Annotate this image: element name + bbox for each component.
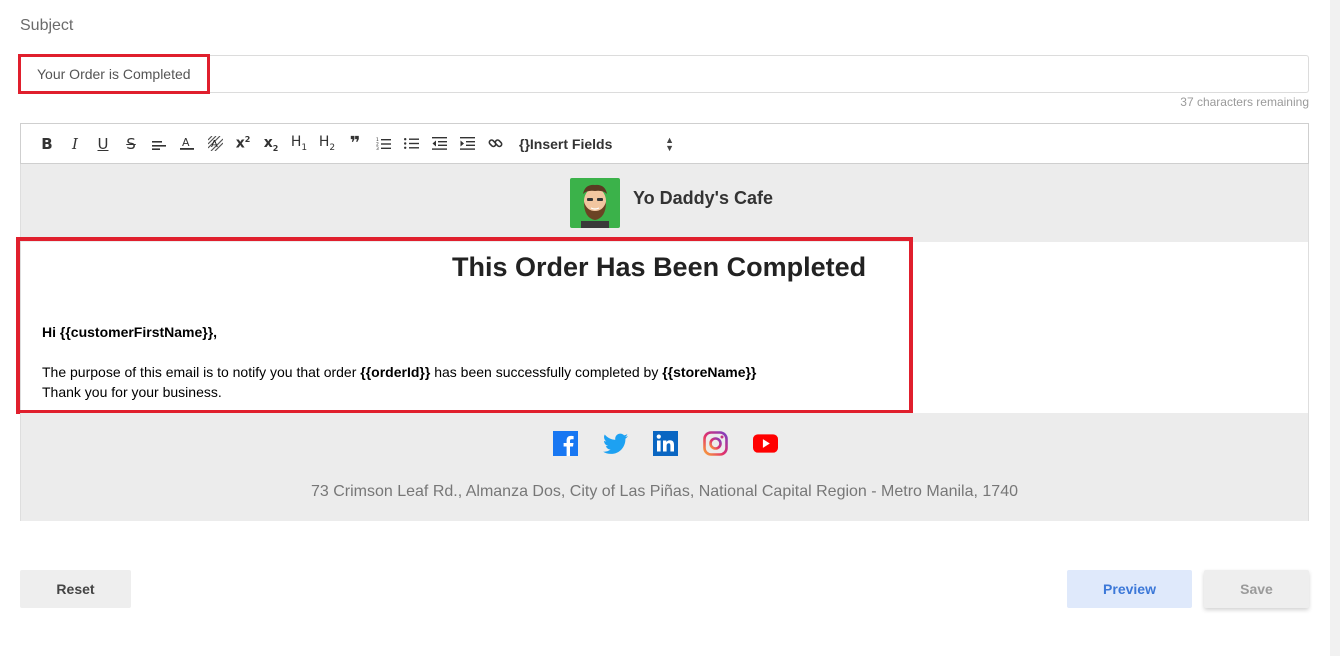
ordered-list-icon[interactable]: 123 [369, 130, 397, 158]
heading1-icon[interactable]: H1 [285, 130, 313, 158]
svg-text:3: 3 [376, 146, 379, 150]
background-color-icon[interactable]: A [201, 130, 229, 158]
store-address: 73 Crimson Leaf Rd., Almanza Dos, City o… [310, 483, 1018, 500]
email-title: This Order Has Been Completed [452, 252, 867, 282]
superscript-icon[interactable]: x2 [229, 130, 257, 158]
email-header: Yo Daddy's Cafe [20, 164, 1309, 242]
underline-icon[interactable]: U [89, 130, 117, 158]
social-links [553, 431, 778, 456]
store-name-token: {{storeName}} [662, 364, 757, 380]
editor-toolbar: B I U S A A x2 x2 H1 H2 ❞ 123 {}Insert F… [20, 123, 1309, 164]
characters-remaining: 37 characters remaining [1180, 95, 1309, 109]
twitter-icon[interactable] [603, 431, 628, 456]
heading2-icon[interactable]: H2 [313, 130, 341, 158]
insert-fields-select[interactable]: {}Insert Fields ▲ ▼ [519, 134, 674, 153]
email-footer: 73 Crimson Leaf Rd., Almanza Dos, City o… [20, 413, 1309, 521]
bullet-list-icon[interactable] [397, 130, 425, 158]
email-body[interactable]: This Order Has Been Completed Hi {{custo… [20, 242, 1309, 413]
linkedin-icon[interactable] [653, 431, 678, 456]
store-logo [570, 178, 620, 228]
blockquote-icon[interactable]: ❞ [341, 130, 369, 158]
body-text: The purpose of this email is to notify y… [42, 364, 361, 380]
italic-icon[interactable]: I [61, 130, 89, 158]
facebook-icon[interactable] [553, 431, 578, 456]
insert-fields-label: {}Insert Fields [519, 135, 613, 152]
scrollbar-track[interactable] [1330, 0, 1340, 656]
preview-button[interactable]: Preview [1067, 570, 1192, 608]
store-name: Yo Daddy's Cafe [633, 188, 773, 208]
email-closing: Thank you for your business. [42, 384, 222, 400]
subscript-icon[interactable]: x2 [257, 130, 285, 158]
youtube-icon[interactable] [753, 431, 778, 456]
align-icon[interactable] [145, 130, 173, 158]
subject-input[interactable] [20, 55, 1309, 93]
svg-text:A: A [182, 136, 190, 149]
email-greeting: Hi {{customerFirstName}}, [42, 324, 218, 340]
font-color-icon[interactable]: A [173, 130, 201, 158]
body-text: has been successfully completed by [430, 364, 663, 380]
save-button[interactable]: Save [1204, 570, 1309, 608]
subject-label: Subject [20, 17, 74, 34]
outdent-icon[interactable] [425, 130, 453, 158]
link-icon[interactable] [481, 130, 509, 158]
bold-icon[interactable]: B [33, 130, 61, 158]
svg-text:A: A [211, 139, 218, 150]
select-caret-icon: ▲ ▼ [665, 134, 674, 153]
order-id-token: {{orderId}} [360, 364, 431, 380]
email-body-line: The purpose of this email is to notify y… [42, 364, 756, 380]
strikethrough-icon[interactable]: S [117, 130, 145, 158]
instagram-icon[interactable] [703, 431, 728, 456]
indent-icon[interactable] [453, 130, 481, 158]
reset-button[interactable]: Reset [20, 570, 131, 608]
